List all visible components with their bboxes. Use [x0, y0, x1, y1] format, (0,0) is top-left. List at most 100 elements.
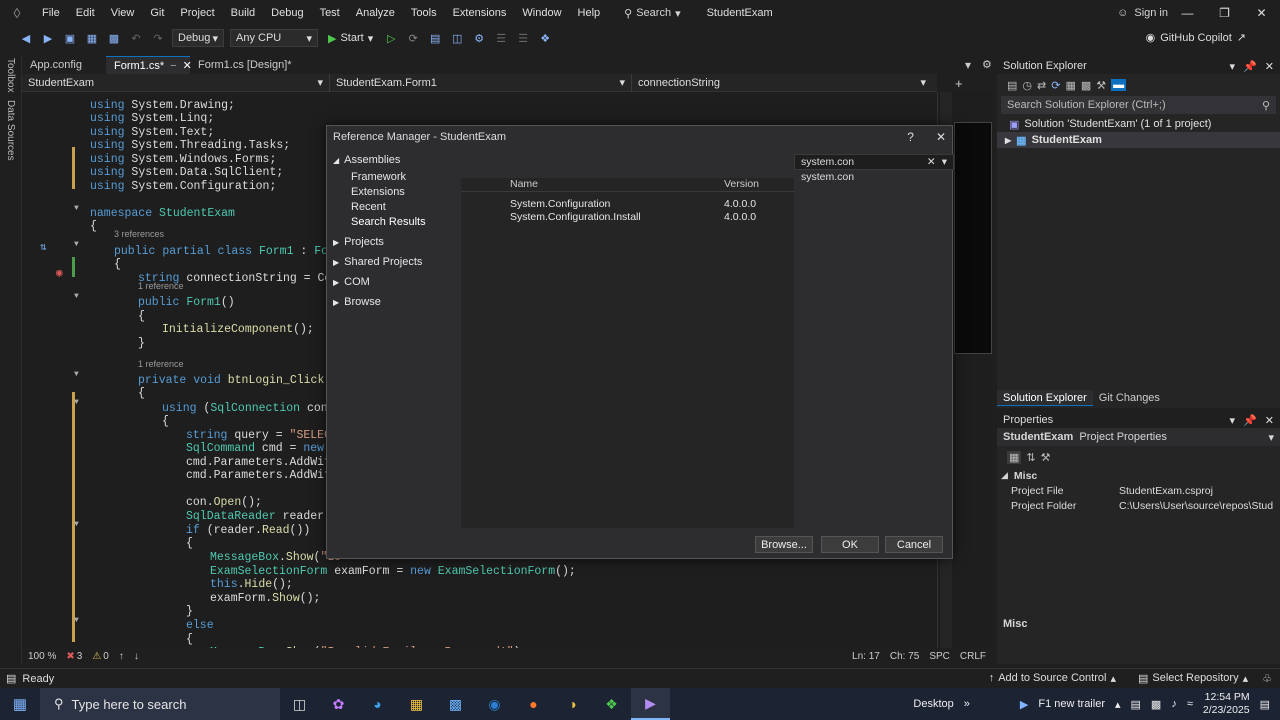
switch-views-icon[interactable]: ▤	[1007, 79, 1017, 92]
codelens-references[interactable]: 1 reference	[138, 281, 184, 291]
chevron-down-icon[interactable]: ▾	[1230, 60, 1236, 73]
fold-chevron-icon[interactable]: ▼	[74, 240, 79, 249]
close-button[interactable]: ✕	[1243, 0, 1280, 26]
news-widget[interactable]: F1 new trailer	[1038, 698, 1105, 710]
alphabetical-icon[interactable]: ⇅	[1026, 451, 1035, 464]
dialog-close-button[interactable]: ✕	[936, 130, 946, 144]
layout-icon[interactable]: ◫	[449, 32, 465, 45]
menu-test[interactable]: Test	[312, 0, 348, 26]
notifications-icon[interactable]: ♧	[1262, 672, 1272, 685]
column-name[interactable]: Name	[461, 178, 674, 191]
close-icon[interactable]: ✕	[1265, 60, 1274, 73]
down-arrow-icon[interactable]: ↓	[134, 651, 139, 662]
categorized-icon[interactable]: ▦	[1007, 450, 1022, 464]
undo-icon[interactable]: ↶	[128, 32, 144, 45]
clock[interactable]: 12:54 PM 2/23/2025	[1203, 691, 1250, 717]
category-extensions[interactable]: Extensions	[327, 185, 461, 200]
column-version[interactable]: Version	[674, 178, 759, 191]
maximize-button[interactable]: ❐	[1206, 0, 1243, 26]
browser-link-icon[interactable]: ▤	[427, 32, 443, 45]
properties-wrench-icon[interactable]: ⚒	[1096, 79, 1106, 92]
firefox-icon[interactable]: ●	[514, 688, 553, 720]
fold-chevron-icon[interactable]: ▼	[74, 616, 79, 625]
save-icon[interactable]: ▦	[84, 32, 100, 45]
indent-mode[interactable]: SPC	[929, 651, 950, 662]
platform-select[interactable]: Any CPU ▾	[230, 29, 318, 47]
redo-icon[interactable]: ↷	[150, 32, 166, 45]
save-all-icon[interactable]: ▩	[106, 32, 122, 45]
back-icon[interactable]: ◀	[18, 32, 34, 45]
category-recent[interactable]: Recent	[327, 200, 461, 215]
configuration-select[interactable]: Debug ▾	[172, 29, 224, 47]
menu-help[interactable]: Help	[570, 0, 609, 26]
group-projects[interactable]: ▶ Projects	[327, 232, 461, 252]
zoom-level[interactable]: 100 %	[28, 651, 56, 662]
group-com[interactable]: ▶ COM	[327, 272, 461, 292]
toolbox-tab[interactable]: Toolbox	[5, 58, 16, 92]
menu-build[interactable]: Build	[223, 0, 263, 26]
ok-button[interactable]: OK	[821, 536, 879, 553]
solution-node[interactable]: ▣ Solution 'StudentExam' (1 of 1 project…	[997, 116, 1280, 132]
category-framework[interactable]: Framework	[327, 170, 461, 185]
error-count[interactable]: 3	[77, 651, 83, 662]
copilot-app-icon[interactable]: ✿	[319, 688, 358, 720]
tab-form1-cs[interactable]: Form1.cs* − ✕	[106, 56, 192, 74]
clear-search-icon[interactable]: ✕	[927, 156, 936, 168]
menu-debug[interactable]: Debug	[263, 0, 311, 26]
edge-icon[interactable]: ◕	[358, 688, 397, 720]
outlook-icon[interactable]: ◉	[475, 688, 514, 720]
property-row[interactable]: Project File StudentExam.csproj	[997, 483, 1280, 498]
github-copilot-button[interactable]: ◉ GitHub Copilot ↗	[1146, 26, 1246, 50]
pin-icon[interactable]: 📌	[1243, 60, 1257, 73]
menu-analyze[interactable]: Analyze	[348, 0, 403, 26]
data-sources-tab[interactable]: Data Sources	[5, 100, 16, 161]
add-source-control-button[interactable]: ↑ Add to Source Control ▴	[989, 672, 1116, 685]
volume-icon[interactable]: ♪	[1171, 698, 1177, 710]
select-repository-button[interactable]: ▤ Select Repository ▴	[1138, 672, 1248, 685]
pin-icon[interactable]: −	[170, 60, 176, 72]
codelens-references[interactable]: 3 references	[114, 229, 164, 239]
minimap-thumb[interactable]	[954, 122, 992, 354]
settings-gear-icon[interactable]: ⚙	[982, 58, 992, 71]
sign-in-button[interactable]: ☺ Sign in	[1117, 0, 1168, 26]
vscode-insiders-icon[interactable]: ❖	[592, 688, 631, 720]
property-category[interactable]: ◢ Misc	[997, 468, 1280, 483]
tab-overflow-icon[interactable]: ▾	[965, 58, 971, 72]
project-dropdown[interactable]: StudentExam ▾	[22, 73, 330, 92]
warning-count[interactable]: 0	[103, 651, 109, 662]
menu-view[interactable]: View	[103, 0, 143, 26]
class-dropdown[interactable]: StudentExam.Form1 ▾	[330, 73, 632, 92]
task-view-icon[interactable]: ◫	[280, 688, 319, 720]
assembly-row[interactable]: System.Configuration 4.0.0.0	[461, 198, 794, 211]
fold-chevron-icon[interactable]: ▼	[74, 204, 79, 213]
tab-app-config[interactable]: App.config	[22, 56, 106, 74]
property-pages-icon[interactable]: ⚒	[1041, 451, 1051, 464]
chevron-down-icon[interactable]: ▾	[1230, 414, 1236, 427]
hot-reload-icon[interactable]: ⟳	[405, 32, 421, 45]
cancel-button[interactable]: Cancel	[885, 536, 943, 553]
help-button[interactable]: ?	[907, 130, 914, 144]
category-search-results[interactable]: Search Results	[327, 215, 461, 230]
bookmark-icon[interactable]: ❖	[537, 32, 553, 45]
fold-chevron-icon[interactable]: ▼	[74, 370, 79, 379]
chevron-up-icon[interactable]: ▴	[1115, 698, 1121, 711]
menu-file[interactable]: File	[34, 0, 68, 26]
menu-git[interactable]: Git	[142, 0, 172, 26]
show-all-files-icon[interactable]: ▩	[1081, 79, 1091, 92]
search-suggestion[interactable]: system.con	[794, 170, 954, 184]
browse-button[interactable]: Browse...	[755, 536, 813, 553]
split-editor-icon[interactable]: +	[955, 76, 963, 91]
refresh-icon[interactable]: ⟳	[1051, 79, 1060, 92]
line-endings[interactable]: CRLF	[960, 651, 986, 662]
taskbar-search[interactable]: ⚲ Type here to search	[40, 688, 280, 720]
property-row[interactable]: Project Folder C:\Users\User\source\repo…	[997, 498, 1280, 513]
menu-edit[interactable]: Edit	[68, 0, 103, 26]
display-icon[interactable]: ▩	[1151, 698, 1161, 711]
comment-icon[interactable]: ☰	[493, 32, 509, 45]
file-explorer-icon[interactable]: ▦	[397, 688, 436, 720]
windows-start-icon[interactable]: ▦	[0, 695, 40, 713]
sync-icon[interactable]: ⇄	[1037, 79, 1046, 92]
tab-solution-explorer[interactable]: Solution Explorer	[997, 390, 1093, 406]
menu-window[interactable]: Window	[514, 0, 569, 26]
forward-icon[interactable]: ▶	[40, 32, 56, 45]
